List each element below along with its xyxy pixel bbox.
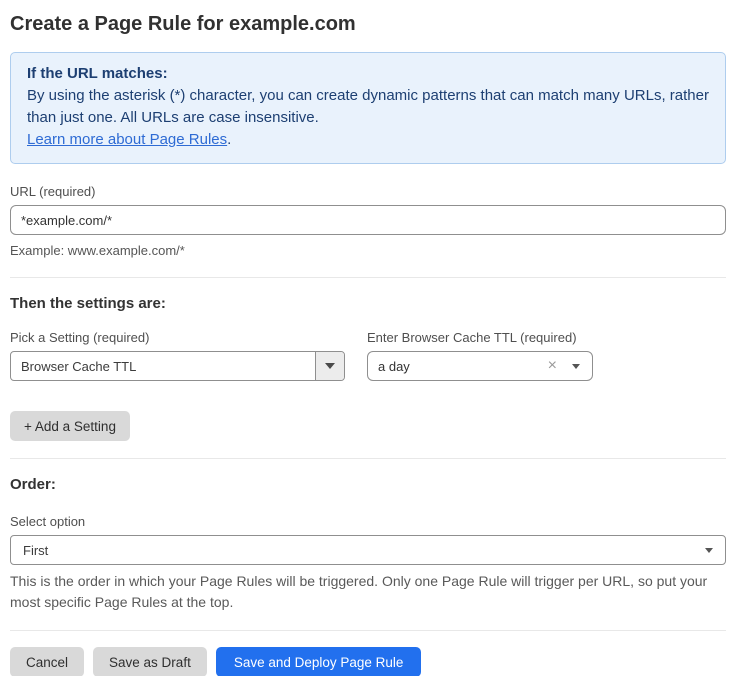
page-title: Create a Page Rule for example.com <box>10 10 726 38</box>
order-help-text: This is the order in which your Page Rul… <box>10 571 726 613</box>
order-select-label: Select option <box>10 514 726 529</box>
save-deploy-button[interactable]: Save and Deploy Page Rule <box>216 647 422 676</box>
url-field-label: URL (required) <box>10 184 726 199</box>
add-setting-button[interactable]: + Add a Setting <box>10 411 130 441</box>
ttl-field-label: Enter Browser Cache TTL (required) <box>367 330 593 345</box>
chevron-down-icon <box>572 364 580 369</box>
cancel-button[interactable]: Cancel <box>10 647 84 676</box>
chevron-down-icon <box>705 548 713 553</box>
url-match-info-banner: If the URL matches: By using the asteris… <box>10 52 726 164</box>
url-example-text: Example: www.example.com/* <box>10 242 726 260</box>
pick-setting-value: Browser Cache TTL <box>11 359 136 374</box>
link-suffix: . <box>227 131 231 148</box>
form-actions: Cancel Save as Draft Save and Deploy Pag… <box>10 647 726 676</box>
divider <box>10 630 726 631</box>
settings-row: Pick a Setting (required) Browser Cache … <box>10 330 726 381</box>
order-section-heading: Order: <box>10 475 726 494</box>
divider <box>10 458 726 459</box>
order-select[interactable]: First <box>10 535 726 565</box>
ttl-value: a day <box>378 359 410 374</box>
chevron-down-icon <box>325 363 335 369</box>
select-arrow-well <box>315 352 344 380</box>
ttl-combobox[interactable]: a day × <box>367 351 593 381</box>
order-select-value: First <box>23 543 48 558</box>
info-banner-heading: If the URL matches: <box>27 63 709 85</box>
settings-section-heading: Then the settings are: <box>10 294 726 313</box>
info-banner-body: By using the asterisk (*) character, you… <box>27 85 709 129</box>
divider <box>10 277 726 278</box>
url-input[interactable] <box>10 205 726 235</box>
info-banner-link-line: Learn more about Page Rules. <box>27 129 709 151</box>
create-page-rule-form: Create a Page Rule for example.com If th… <box>0 0 736 676</box>
pick-setting-label: Pick a Setting (required) <box>10 330 345 345</box>
learn-more-link[interactable]: Learn more about Page Rules <box>27 131 227 148</box>
pick-setting-select[interactable]: Browser Cache TTL <box>10 351 345 381</box>
pick-setting-column: Pick a Setting (required) Browser Cache … <box>10 330 345 381</box>
ttl-column: Enter Browser Cache TTL (required) a day… <box>367 330 593 381</box>
clear-icon[interactable]: × <box>548 358 557 374</box>
save-draft-button[interactable]: Save as Draft <box>93 647 207 676</box>
